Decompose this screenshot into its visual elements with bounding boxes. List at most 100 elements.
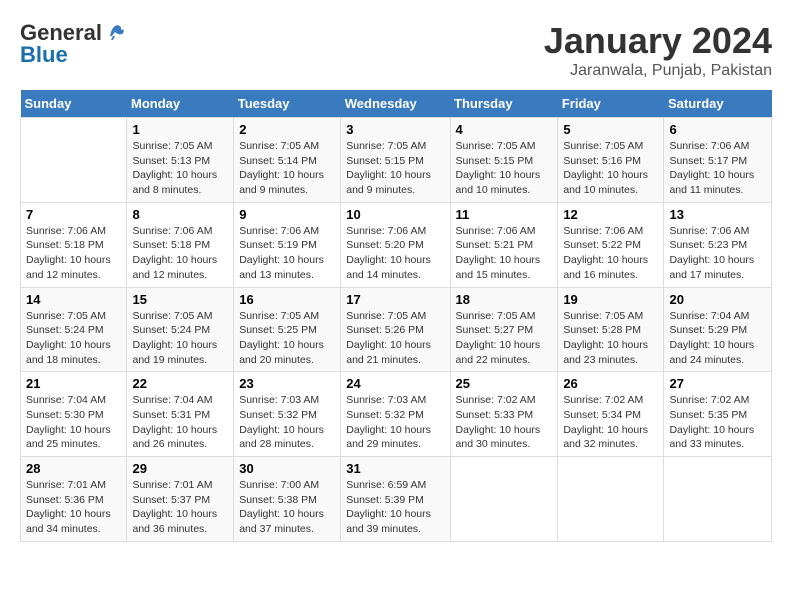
day-number: 2	[239, 122, 335, 137]
calendar-cell: 11 Sunrise: 7:06 AM Sunset: 5:21 PM Dayli…	[450, 202, 558, 287]
calendar-cell	[450, 457, 558, 542]
day-info: Sunrise: 7:05 AM Sunset: 5:24 PM Dayligh…	[26, 309, 121, 368]
calendar-cell: 3 Sunrise: 7:05 AM Sunset: 5:15 PM Daylig…	[341, 118, 450, 203]
calendar-cell: 16Sunrise: 7:05 AM Sunset: 5:25 PM Dayli…	[234, 287, 341, 372]
day-info: Sunrise: 7:05 AM Sunset: 5:27 PM Dayligh…	[456, 309, 553, 368]
day-info: Sunrise: 7:06 AM Sunset: 5:21 PM Dayligh…	[456, 224, 553, 283]
calendar-cell: 13 Sunrise: 7:06 AM Sunset: 5:23 PM Dayli…	[664, 202, 772, 287]
calendar-cell: 9 Sunrise: 7:06 AM Sunset: 5:19 PM Daylig…	[234, 202, 341, 287]
calendar-cell: 29 Sunrise: 7:01 AM Sunset: 5:37 PM Dayli…	[127, 457, 234, 542]
day-number: 27	[669, 376, 766, 391]
day-info: Sunrise: 7:06 AM Sunset: 5:17 PM Dayligh…	[669, 139, 766, 198]
weekday-header-row: SundayMondayTuesdayWednesdayThursdayFrid…	[21, 90, 772, 118]
weekday-header-monday: Monday	[127, 90, 234, 118]
day-info: Sunrise: 7:06 AM Sunset: 5:18 PM Dayligh…	[26, 224, 121, 283]
page-header: General Blue January 2024 Jaranwala, Pun…	[20, 20, 772, 80]
weekday-header-thursday: Thursday	[450, 90, 558, 118]
day-info: Sunrise: 7:05 AM Sunset: 5:24 PM Dayligh…	[132, 309, 228, 368]
day-number: 20	[669, 292, 766, 307]
day-number: 9	[239, 207, 335, 222]
weekday-header-friday: Friday	[558, 90, 664, 118]
day-info: Sunrise: 7:04 AM Sunset: 5:30 PM Dayligh…	[26, 393, 121, 452]
day-number: 13	[669, 207, 766, 222]
day-number: 18	[456, 292, 553, 307]
day-info: Sunrise: 7:06 AM Sunset: 5:23 PM Dayligh…	[669, 224, 766, 283]
day-number: 17	[346, 292, 444, 307]
day-info: Sunrise: 7:06 AM Sunset: 5:22 PM Dayligh…	[563, 224, 658, 283]
week-row-4: 21 Sunrise: 7:04 AM Sunset: 5:30 PM Dayli…	[21, 372, 772, 457]
calendar-cell: 6Sunrise: 7:06 AM Sunset: 5:17 PM Daylig…	[664, 118, 772, 203]
calendar-cell: 22 Sunrise: 7:04 AM Sunset: 5:31 PM Dayli…	[127, 372, 234, 457]
week-row-1: 1 Sunrise: 7:05 AM Sunset: 5:13 PM Daylig…	[21, 118, 772, 203]
day-number: 11	[456, 207, 553, 222]
day-info: Sunrise: 6:59 AM Sunset: 5:39 PM Dayligh…	[346, 478, 444, 537]
calendar-cell: 8Sunrise: 7:06 AM Sunset: 5:18 PM Daylig…	[127, 202, 234, 287]
calendar-cell: 5 Sunrise: 7:05 AM Sunset: 5:16 PM Daylig…	[558, 118, 664, 203]
weekday-header-sunday: Sunday	[21, 90, 127, 118]
day-number: 24	[346, 376, 444, 391]
calendar-cell: 17Sunrise: 7:05 AM Sunset: 5:26 PM Dayli…	[341, 287, 450, 372]
day-info: Sunrise: 7:04 AM Sunset: 5:31 PM Dayligh…	[132, 393, 228, 452]
title-block: January 2024 Jaranwala, Punjab, Pakistan	[544, 20, 772, 80]
calendar-table: SundayMondayTuesdayWednesdayThursdayFrid…	[20, 90, 772, 542]
calendar-cell: 15Sunrise: 7:05 AM Sunset: 5:24 PM Dayli…	[127, 287, 234, 372]
calendar-cell: 12Sunrise: 7:06 AM Sunset: 5:22 PM Dayli…	[558, 202, 664, 287]
day-number: 28	[26, 461, 121, 476]
calendar-cell: 25 Sunrise: 7:02 AM Sunset: 5:33 PM Dayli…	[450, 372, 558, 457]
calendar-cell: 28 Sunrise: 7:01 AM Sunset: 5:36 PM Dayli…	[21, 457, 127, 542]
calendar-cell: 23Sunrise: 7:03 AM Sunset: 5:32 PM Dayli…	[234, 372, 341, 457]
day-number: 30	[239, 461, 335, 476]
logo-blue: Blue	[20, 42, 68, 68]
day-info: Sunrise: 7:06 AM Sunset: 5:19 PM Dayligh…	[239, 224, 335, 283]
day-info: Sunrise: 7:01 AM Sunset: 5:36 PM Dayligh…	[26, 478, 121, 537]
calendar-cell: 30Sunrise: 7:00 AM Sunset: 5:38 PM Dayli…	[234, 457, 341, 542]
day-number: 4	[456, 122, 553, 137]
month-title: January 2024	[544, 20, 772, 62]
day-number: 21	[26, 376, 121, 391]
day-info: Sunrise: 7:02 AM Sunset: 5:33 PM Dayligh…	[456, 393, 553, 452]
day-number: 31	[346, 461, 444, 476]
calendar-cell: 14 Sunrise: 7:05 AM Sunset: 5:24 PM Dayli…	[21, 287, 127, 372]
day-info: Sunrise: 7:05 AM Sunset: 5:16 PM Dayligh…	[563, 139, 658, 198]
calendar-cell	[558, 457, 664, 542]
calendar-cell: 26 Sunrise: 7:02 AM Sunset: 5:34 PM Dayli…	[558, 372, 664, 457]
day-number: 3	[346, 122, 444, 137]
day-info: Sunrise: 7:02 AM Sunset: 5:34 PM Dayligh…	[563, 393, 658, 452]
calendar-cell: 19Sunrise: 7:05 AM Sunset: 5:28 PM Dayli…	[558, 287, 664, 372]
weekday-header-saturday: Saturday	[664, 90, 772, 118]
calendar-cell: 21 Sunrise: 7:04 AM Sunset: 5:30 PM Dayli…	[21, 372, 127, 457]
week-row-5: 28 Sunrise: 7:01 AM Sunset: 5:36 PM Dayli…	[21, 457, 772, 542]
day-number: 26	[563, 376, 658, 391]
day-number: 5	[563, 122, 658, 137]
day-number: 1	[132, 122, 228, 137]
day-info: Sunrise: 7:05 AM Sunset: 5:15 PM Dayligh…	[456, 139, 553, 198]
day-info: Sunrise: 7:02 AM Sunset: 5:35 PM Dayligh…	[669, 393, 766, 452]
day-info: Sunrise: 7:06 AM Sunset: 5:20 PM Dayligh…	[346, 224, 444, 283]
calendar-cell: 18 Sunrise: 7:05 AM Sunset: 5:27 PM Dayli…	[450, 287, 558, 372]
week-row-3: 14 Sunrise: 7:05 AM Sunset: 5:24 PM Dayli…	[21, 287, 772, 372]
day-number: 19	[563, 292, 658, 307]
calendar-cell	[664, 457, 772, 542]
location: Jaranwala, Punjab, Pakistan	[544, 62, 772, 80]
logo-bird-icon	[104, 22, 126, 44]
week-row-2: 7 Sunrise: 7:06 AM Sunset: 5:18 PM Daylig…	[21, 202, 772, 287]
day-info: Sunrise: 7:05 AM Sunset: 5:15 PM Dayligh…	[346, 139, 444, 198]
day-info: Sunrise: 7:05 AM Sunset: 5:13 PM Dayligh…	[132, 139, 228, 198]
day-number: 29	[132, 461, 228, 476]
calendar-cell	[21, 118, 127, 203]
day-number: 16	[239, 292, 335, 307]
day-number: 22	[132, 376, 228, 391]
calendar-cell: 20Sunrise: 7:04 AM Sunset: 5:29 PM Dayli…	[664, 287, 772, 372]
weekday-header-tuesday: Tuesday	[234, 90, 341, 118]
calendar-cell: 7 Sunrise: 7:06 AM Sunset: 5:18 PM Daylig…	[21, 202, 127, 287]
day-info: Sunrise: 7:01 AM Sunset: 5:37 PM Dayligh…	[132, 478, 228, 537]
day-info: Sunrise: 7:03 AM Sunset: 5:32 PM Dayligh…	[239, 393, 335, 452]
calendar-cell: 1 Sunrise: 7:05 AM Sunset: 5:13 PM Daylig…	[127, 118, 234, 203]
calendar-cell: 2Sunrise: 7:05 AM Sunset: 5:14 PM Daylig…	[234, 118, 341, 203]
day-number: 14	[26, 292, 121, 307]
day-info: Sunrise: 7:06 AM Sunset: 5:18 PM Dayligh…	[132, 224, 228, 283]
day-number: 25	[456, 376, 553, 391]
calendar-cell: 10Sunrise: 7:06 AM Sunset: 5:20 PM Dayli…	[341, 202, 450, 287]
day-info: Sunrise: 7:03 AM Sunset: 5:32 PM Dayligh…	[346, 393, 444, 452]
day-number: 7	[26, 207, 121, 222]
